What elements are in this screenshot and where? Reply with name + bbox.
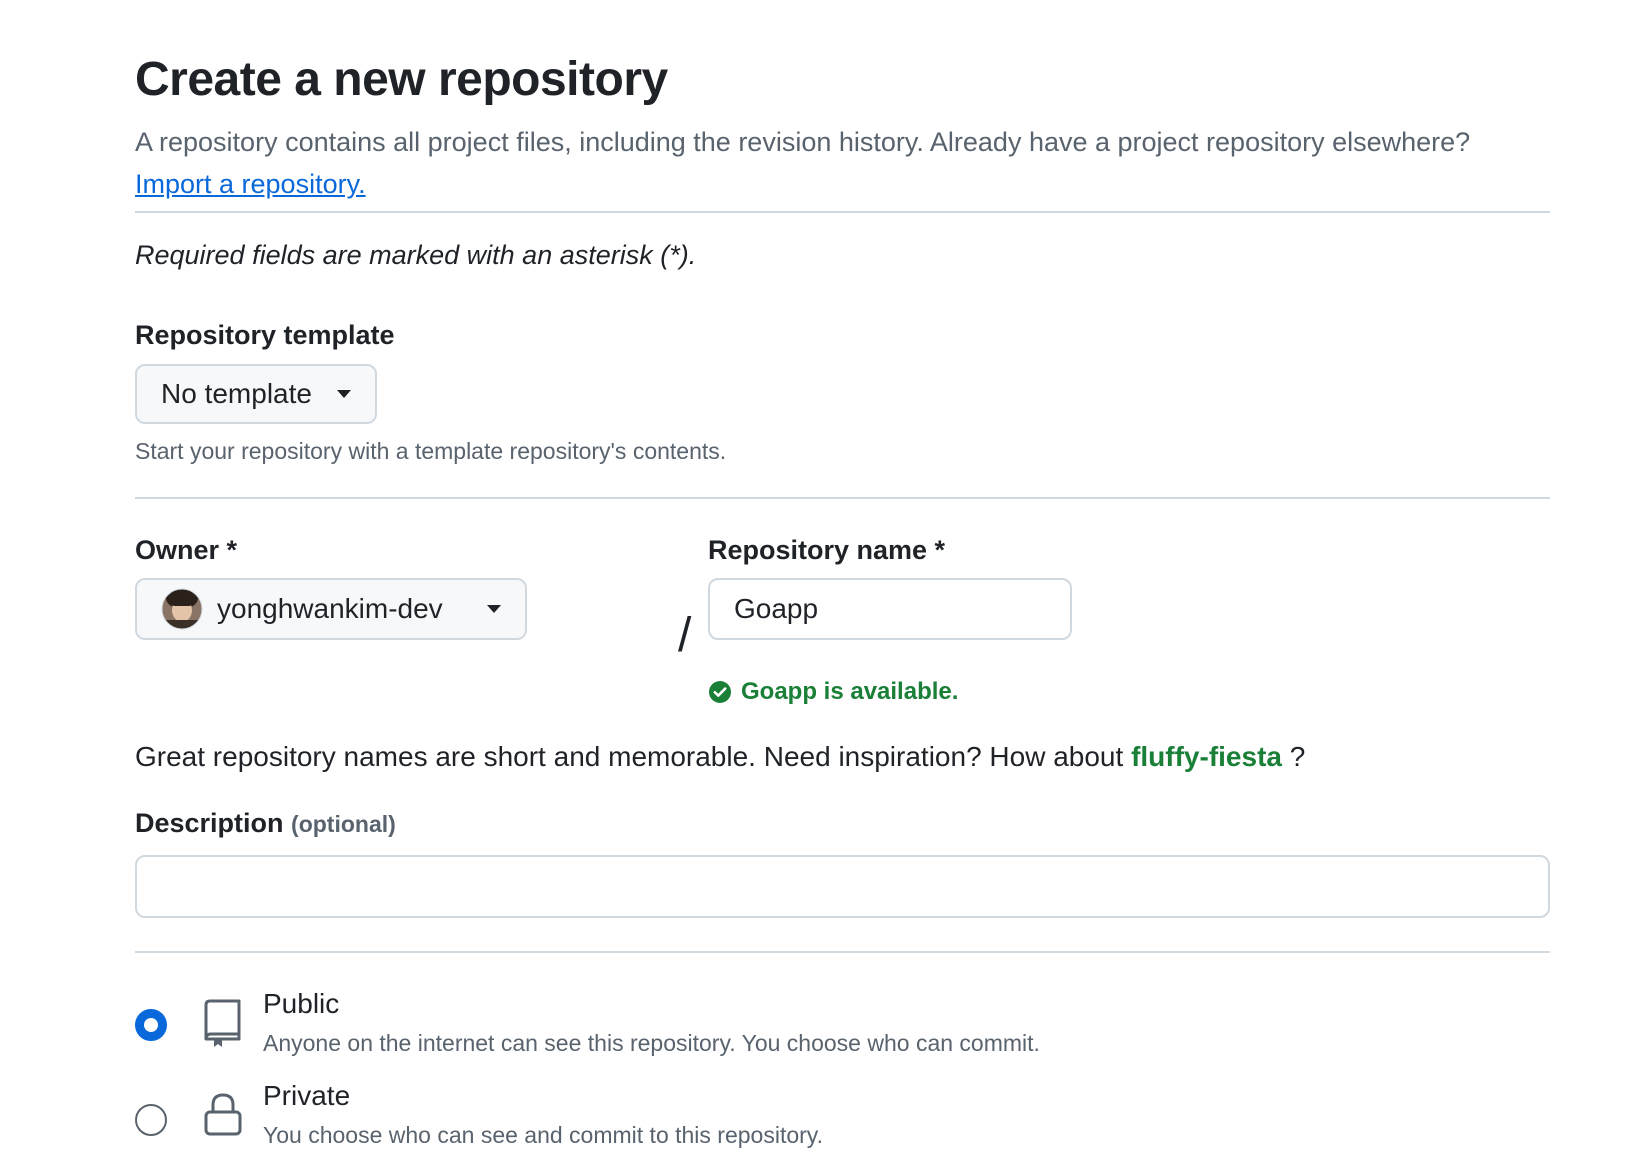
- description-label: Description (optional): [135, 808, 396, 839]
- chevron-down-icon: [487, 605, 501, 613]
- check-circle-icon: [709, 681, 731, 703]
- description-label-text: Description: [135, 808, 284, 838]
- private-title: Private: [263, 1080, 351, 1111]
- repository-name-input[interactable]: [708, 578, 1072, 640]
- divider: [135, 497, 1550, 499]
- owner-repo-separator: /: [678, 609, 692, 662]
- repo-name-label: Repository name *: [708, 535, 946, 565]
- template-selected: No template: [161, 378, 312, 409]
- template-dropdown[interactable]: No template: [135, 364, 377, 424]
- public-radio[interactable]: [135, 1009, 167, 1041]
- private-radio[interactable]: [135, 1104, 167, 1136]
- template-hint: Start your repository with a template re…: [135, 438, 727, 464]
- divider: [135, 211, 1550, 213]
- create-repository-page: Create a new repository A repository con…: [0, 0, 1632, 1164]
- template-label: Repository template: [135, 320, 395, 350]
- owner-label: Owner *: [135, 535, 238, 565]
- description-text: A repository contains all project files,…: [135, 127, 1471, 157]
- owner-selected: yonghwankim-dev: [217, 593, 443, 624]
- import-repository-link[interactable]: Import a repository.: [135, 169, 366, 199]
- page-description: A repository contains all project files,…: [135, 121, 1545, 205]
- public-title: Public: [263, 988, 340, 1019]
- availability-text: Goapp is available.: [741, 678, 959, 705]
- required-fields-note: Required fields are marked with an aster…: [135, 240, 697, 270]
- avatar: [161, 588, 203, 630]
- description-input[interactable]: [135, 855, 1550, 918]
- lock-icon: [204, 1093, 242, 1136]
- chevron-down-icon: [337, 390, 351, 398]
- divider: [135, 951, 1550, 953]
- public-description: Anyone on the internet can see this repo…: [263, 1030, 1040, 1056]
- private-description: You choose who can see and commit to thi…: [263, 1122, 823, 1148]
- owner-dropdown[interactable]: yonghwankim-dev: [135, 578, 527, 640]
- repo-icon: [204, 999, 241, 1047]
- name-suggestion: Great repository names are short and mem…: [135, 741, 1305, 773]
- suggestion-suffix: ?: [1289, 741, 1306, 772]
- page-title: Create a new repository: [135, 53, 668, 106]
- visibility-option-public[interactable]: Public Anyone on the internet can see th…: [135, 988, 1235, 1068]
- visibility-option-private[interactable]: Private You choose who can see and commi…: [135, 1080, 1235, 1160]
- suggestion-text: Great repository names are short and mem…: [135, 741, 1124, 772]
- suggested-name-link[interactable]: fluffy-fiesta: [1131, 741, 1282, 772]
- optional-tag: (optional): [291, 811, 396, 837]
- availability-status: Goapp is available.: [708, 678, 958, 706]
